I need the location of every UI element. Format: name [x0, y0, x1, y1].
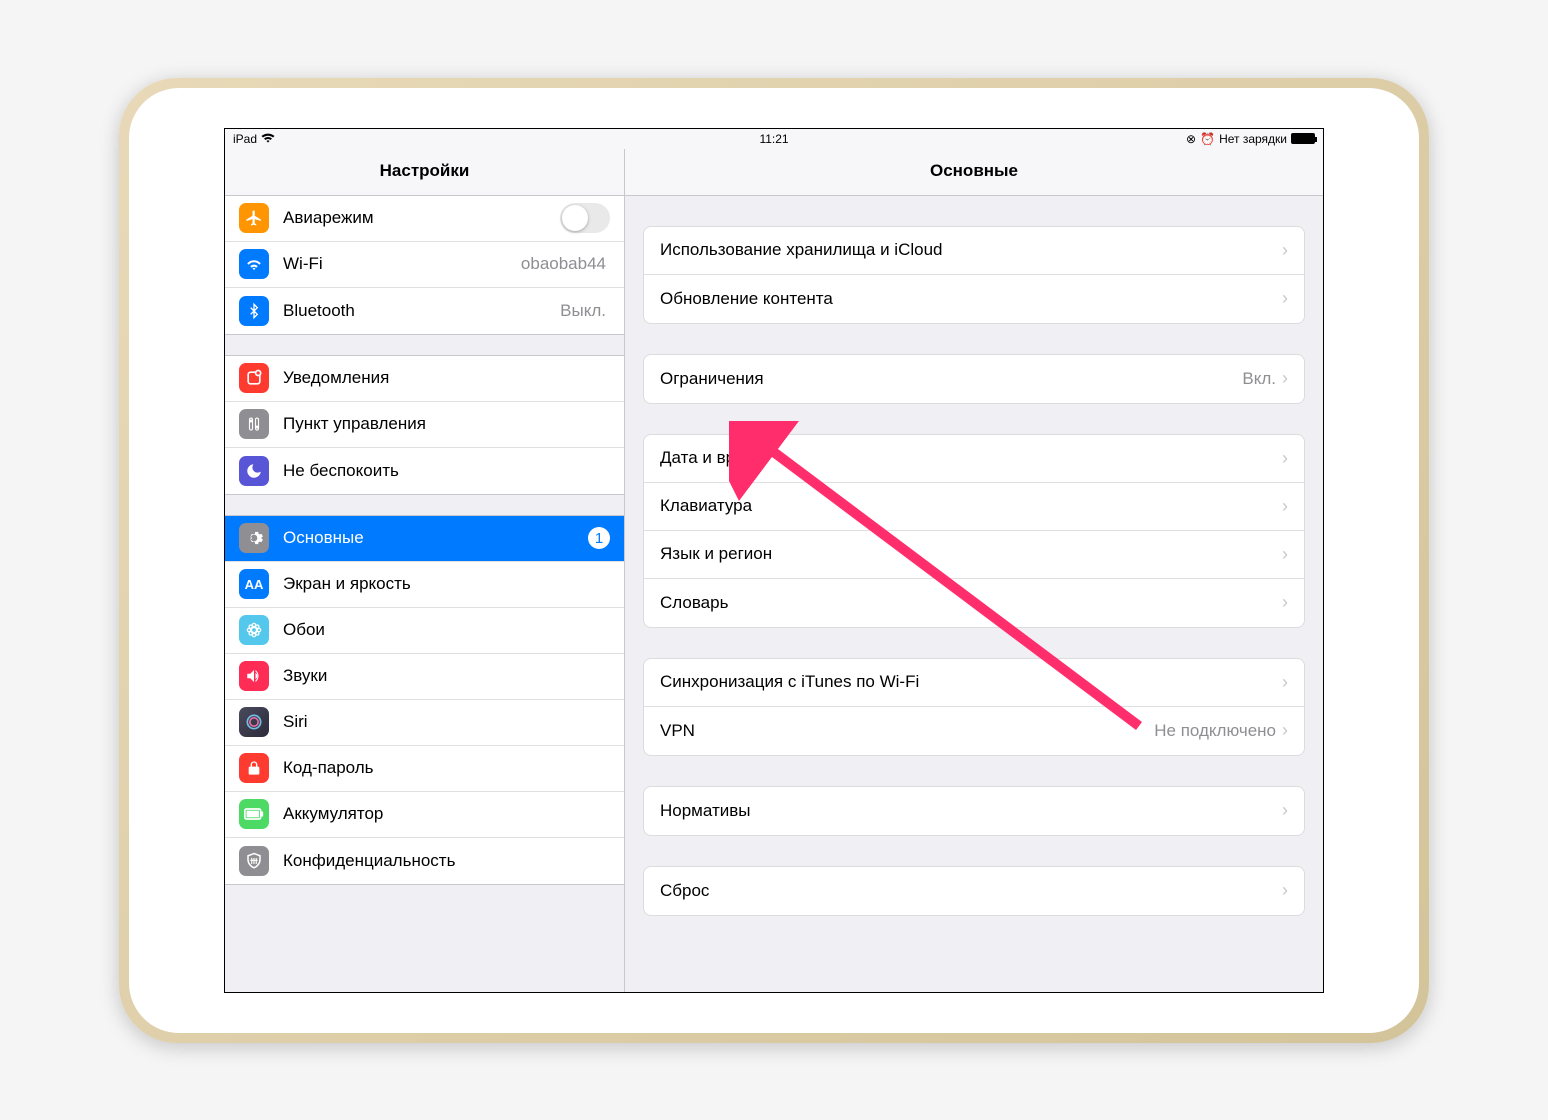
detail-row-value: Вкл.	[1242, 369, 1276, 389]
detail-row-reset[interactable]: Сброс›	[644, 867, 1304, 915]
sidebar-item-label: Аккумулятор	[283, 804, 610, 824]
chevron-right-icon: ›	[1282, 368, 1288, 389]
sidebar-item-notifications[interactable]: Уведомления	[225, 356, 624, 402]
detail-row-regulatory[interactable]: Нормативы›	[644, 787, 1304, 835]
sidebar-title: Настройки	[225, 149, 624, 196]
airplane-icon	[239, 203, 269, 233]
detail-row-dictionary[interactable]: Словарь›	[644, 579, 1304, 627]
bluetooth-icon	[239, 296, 269, 326]
passcode-icon	[239, 753, 269, 783]
clock: 11:21	[594, 132, 955, 146]
detail-row-value: Не подключено	[1154, 721, 1276, 741]
sidebar-item-detail: obaobab44	[521, 254, 606, 274]
siri-icon	[239, 707, 269, 737]
detail-row-label: Синхронизация с iTunes по Wi-Fi	[660, 672, 1282, 692]
sidebar-item-wifi[interactable]: Wi-Fiobaobab44	[225, 242, 624, 288]
sidebar-item-privacy[interactable]: Конфиденциальность	[225, 838, 624, 884]
chevron-right-icon: ›	[1282, 240, 1288, 261]
battery-text: Нет зарядки	[1219, 132, 1287, 146]
detail-row-label: VPN	[660, 721, 1154, 741]
control-center-icon	[239, 409, 269, 439]
sidebar-item-label: Уведомления	[283, 368, 610, 388]
display-icon: AA	[239, 569, 269, 599]
detail-row-restrictions[interactable]: ОграниченияВкл. ›	[644, 355, 1304, 403]
sidebar-item-general[interactable]: Основные1	[225, 516, 624, 562]
dnd-icon	[239, 456, 269, 486]
screen: iPad 11:21 ⊗ ⏰ Нет зарядки Настройки Ави…	[224, 128, 1324, 993]
chevron-right-icon: ›	[1282, 448, 1288, 469]
sidebar-item-siri[interactable]: Siri	[225, 700, 624, 746]
detail-row-label: Обновление контента	[660, 289, 1282, 309]
detail-pane: Основные Использование хранилища и iClou…	[625, 149, 1323, 992]
battery-icon	[1291, 133, 1315, 144]
status-bar: iPad 11:21 ⊗ ⏰ Нет зарядки	[225, 129, 1323, 149]
device-label: iPad	[233, 132, 257, 146]
detail-row-label: Язык и регион	[660, 544, 1282, 564]
sidebar-item-battery[interactable]: Аккумулятор	[225, 792, 624, 838]
sidebar-item-wallpaper[interactable]: Обои	[225, 608, 624, 654]
sidebar-item-label: Основные	[283, 528, 588, 548]
detail-row-itunes-wifi[interactable]: Синхронизация с iTunes по Wi-Fi›	[644, 659, 1304, 707]
chevron-right-icon: ›	[1282, 880, 1288, 901]
sidebar-item-control-center[interactable]: Пункт управления	[225, 402, 624, 448]
detail-row-datetime[interactable]: Дата и время›	[644, 435, 1304, 483]
settings-sidebar: Настройки АвиарежимWi-Fiobaobab44Bluetoo…	[225, 149, 625, 992]
wallpaper-icon	[239, 615, 269, 645]
sidebar-item-badge: 1	[588, 527, 610, 549]
detail-row-vpn[interactable]: VPNНе подключено ›	[644, 707, 1304, 755]
alarm-icon: ⏰	[1200, 132, 1215, 146]
detail-row-label: Использование хранилища и iCloud	[660, 240, 1282, 260]
sidebar-item-sounds[interactable]: Звуки	[225, 654, 624, 700]
detail-row-label: Нормативы	[660, 801, 1282, 821]
sidebar-item-label: Экран и яркость	[283, 574, 610, 594]
chevron-right-icon: ›	[1282, 592, 1288, 613]
sidebar-list[interactable]: АвиарежимWi-Fiobaobab44BluetoothВыкл.Уве…	[225, 196, 624, 992]
ipad-frame: iPad 11:21 ⊗ ⏰ Нет зарядки Настройки Ави…	[119, 78, 1429, 1043]
notifications-icon	[239, 363, 269, 393]
orientation-lock-icon: ⊗	[1186, 132, 1196, 146]
chevron-right-icon: ›	[1282, 496, 1288, 517]
detail-row-keyboard[interactable]: Клавиатура›	[644, 483, 1304, 531]
chevron-right-icon: ›	[1282, 288, 1288, 309]
chevron-right-icon: ›	[1282, 672, 1288, 693]
sidebar-item-label: Авиарежим	[283, 208, 560, 228]
detail-title: Основные	[625, 149, 1323, 196]
sidebar-item-label: Не беспокоить	[283, 461, 610, 481]
sidebar-item-label: Siri	[283, 712, 610, 732]
battery-icon	[239, 799, 269, 829]
chevron-right-icon: ›	[1282, 544, 1288, 565]
wifi-icon	[239, 249, 269, 279]
sidebar-item-detail: Выкл.	[560, 301, 606, 321]
wifi-icon	[261, 132, 275, 146]
detail-row-label: Словарь	[660, 593, 1282, 613]
detail-row-label: Дата и время	[660, 448, 1282, 468]
sidebar-item-label: Пункт управления	[283, 414, 610, 434]
detail-row-language[interactable]: Язык и регион›	[644, 531, 1304, 579]
detail-row-label: Клавиатура	[660, 496, 1282, 516]
sidebar-item-passcode[interactable]: Код-пароль	[225, 746, 624, 792]
sidebar-item-display[interactable]: AA Экран и яркость	[225, 562, 624, 608]
chevron-right-icon: ›	[1282, 720, 1288, 741]
sidebar-item-label: Wi-Fi	[283, 254, 521, 274]
airplane-toggle[interactable]	[560, 203, 610, 233]
sidebar-item-bluetooth[interactable]: BluetoothВыкл.	[225, 288, 624, 334]
sidebar-item-label: Обои	[283, 620, 610, 640]
sidebar-item-label: Bluetooth	[283, 301, 560, 321]
detail-row-label: Сброс	[660, 881, 1282, 901]
sidebar-item-label: Код-пароль	[283, 758, 610, 778]
sidebar-item-label: Конфиденциальность	[283, 851, 610, 871]
sidebar-item-airplane[interactable]: Авиарежим	[225, 196, 624, 242]
detail-row-refresh[interactable]: Обновление контента›	[644, 275, 1304, 323]
detail-row-storage[interactable]: Использование хранилища и iCloud›	[644, 227, 1304, 275]
privacy-icon	[239, 846, 269, 876]
sidebar-item-dnd[interactable]: Не беспокоить	[225, 448, 624, 494]
detail-list[interactable]: Использование хранилища и iCloud›Обновле…	[625, 196, 1323, 992]
chevron-right-icon: ›	[1282, 800, 1288, 821]
general-icon	[239, 523, 269, 553]
sounds-icon	[239, 661, 269, 691]
detail-row-label: Ограничения	[660, 369, 1242, 389]
sidebar-item-label: Звуки	[283, 666, 610, 686]
